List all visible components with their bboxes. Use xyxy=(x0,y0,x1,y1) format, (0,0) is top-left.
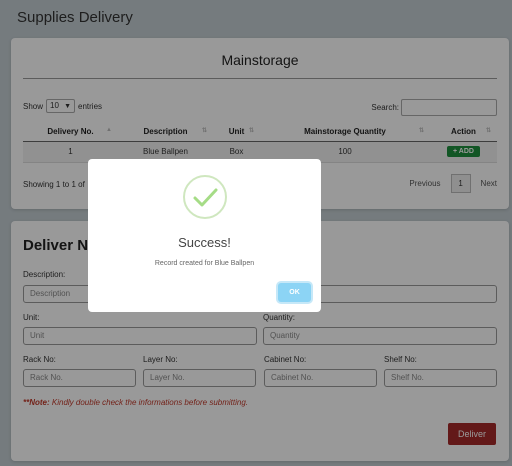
dialog-message: Record created for Blue Ballpen xyxy=(154,260,255,267)
success-icon xyxy=(183,175,227,219)
success-dialog: Success! Record created for Blue Ballpen… xyxy=(88,159,321,312)
dialog-title: Success! xyxy=(178,235,231,250)
ok-button[interactable]: OK xyxy=(278,283,311,302)
check-icon xyxy=(193,188,218,207)
